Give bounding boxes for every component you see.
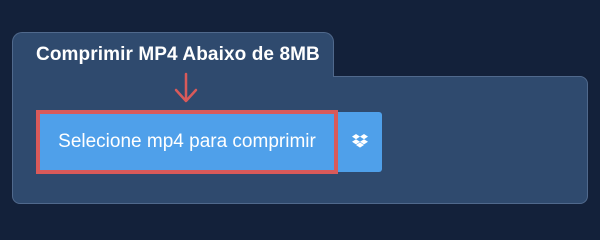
select-mp4-label: Selecione mp4 para comprimir — [58, 131, 316, 152]
dropbox-icon — [352, 134, 368, 148]
card-title: Comprimir MP4 Abaixo de 8MB — [36, 44, 320, 65]
page: Comprimir MP4 Abaixo de 8MB Selecione mp… — [0, 0, 600, 230]
dropbox-button[interactable] — [338, 112, 382, 172]
arrow-down-icon — [174, 72, 198, 103]
select-mp4-button[interactable]: Selecione mp4 para comprimir — [36, 110, 338, 174]
